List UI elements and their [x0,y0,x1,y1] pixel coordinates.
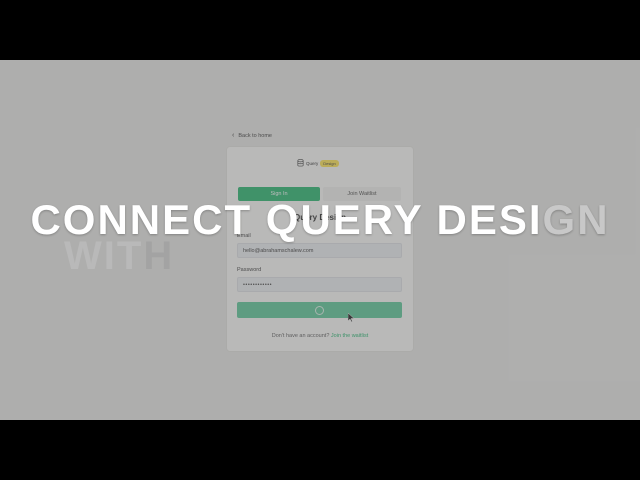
headline-fade: GN [542,196,610,243]
subword-main: WIT [64,234,144,278]
letterbox-bottom [0,420,640,480]
overlay-subword: WITH [64,234,174,279]
letterbox-top [0,0,640,60]
subword-fade: H [143,234,175,278]
video-frame: ‹ Back to home Query Design Sign In Join… [0,60,640,420]
